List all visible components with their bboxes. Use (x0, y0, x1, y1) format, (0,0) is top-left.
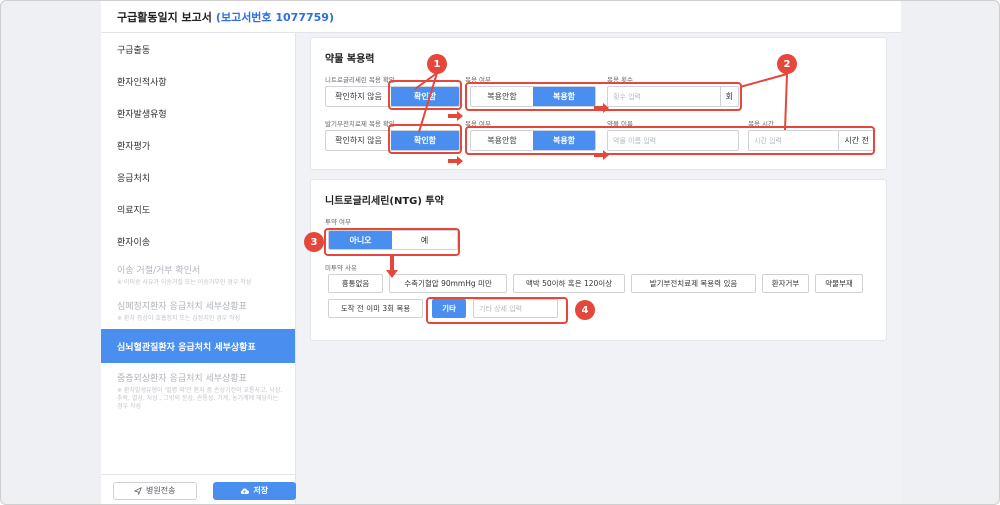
arrow-down-icon (386, 255, 398, 278)
highlight-administration (324, 228, 460, 256)
arrow-right-icon (448, 156, 463, 166)
highlight-ntg-check (388, 80, 462, 110)
highlight-other-reason (426, 297, 568, 324)
arrow-right-icon (448, 111, 463, 121)
arrow-right-icon (594, 103, 609, 113)
callout-badge: 4 (575, 300, 595, 320)
screenshot-frame: 구급활동일지 보고서 (보고서번호 1077759) 구급출동 환자인적사항 환… (0, 0, 1000, 505)
callout-badge: 3 (304, 232, 324, 252)
arrow-right-icon (594, 150, 609, 160)
highlight-pde-check (388, 124, 462, 154)
callout-badge: 1 (427, 54, 447, 74)
annotation-lines (414, 72, 788, 133)
app-window: 구급활동일지 보고서 (보고서번호 1077759) 구급출동 환자인적사항 환… (101, 1, 901, 504)
highlight-pde-taken-row (465, 126, 875, 155)
callout-badge: 2 (777, 54, 797, 74)
